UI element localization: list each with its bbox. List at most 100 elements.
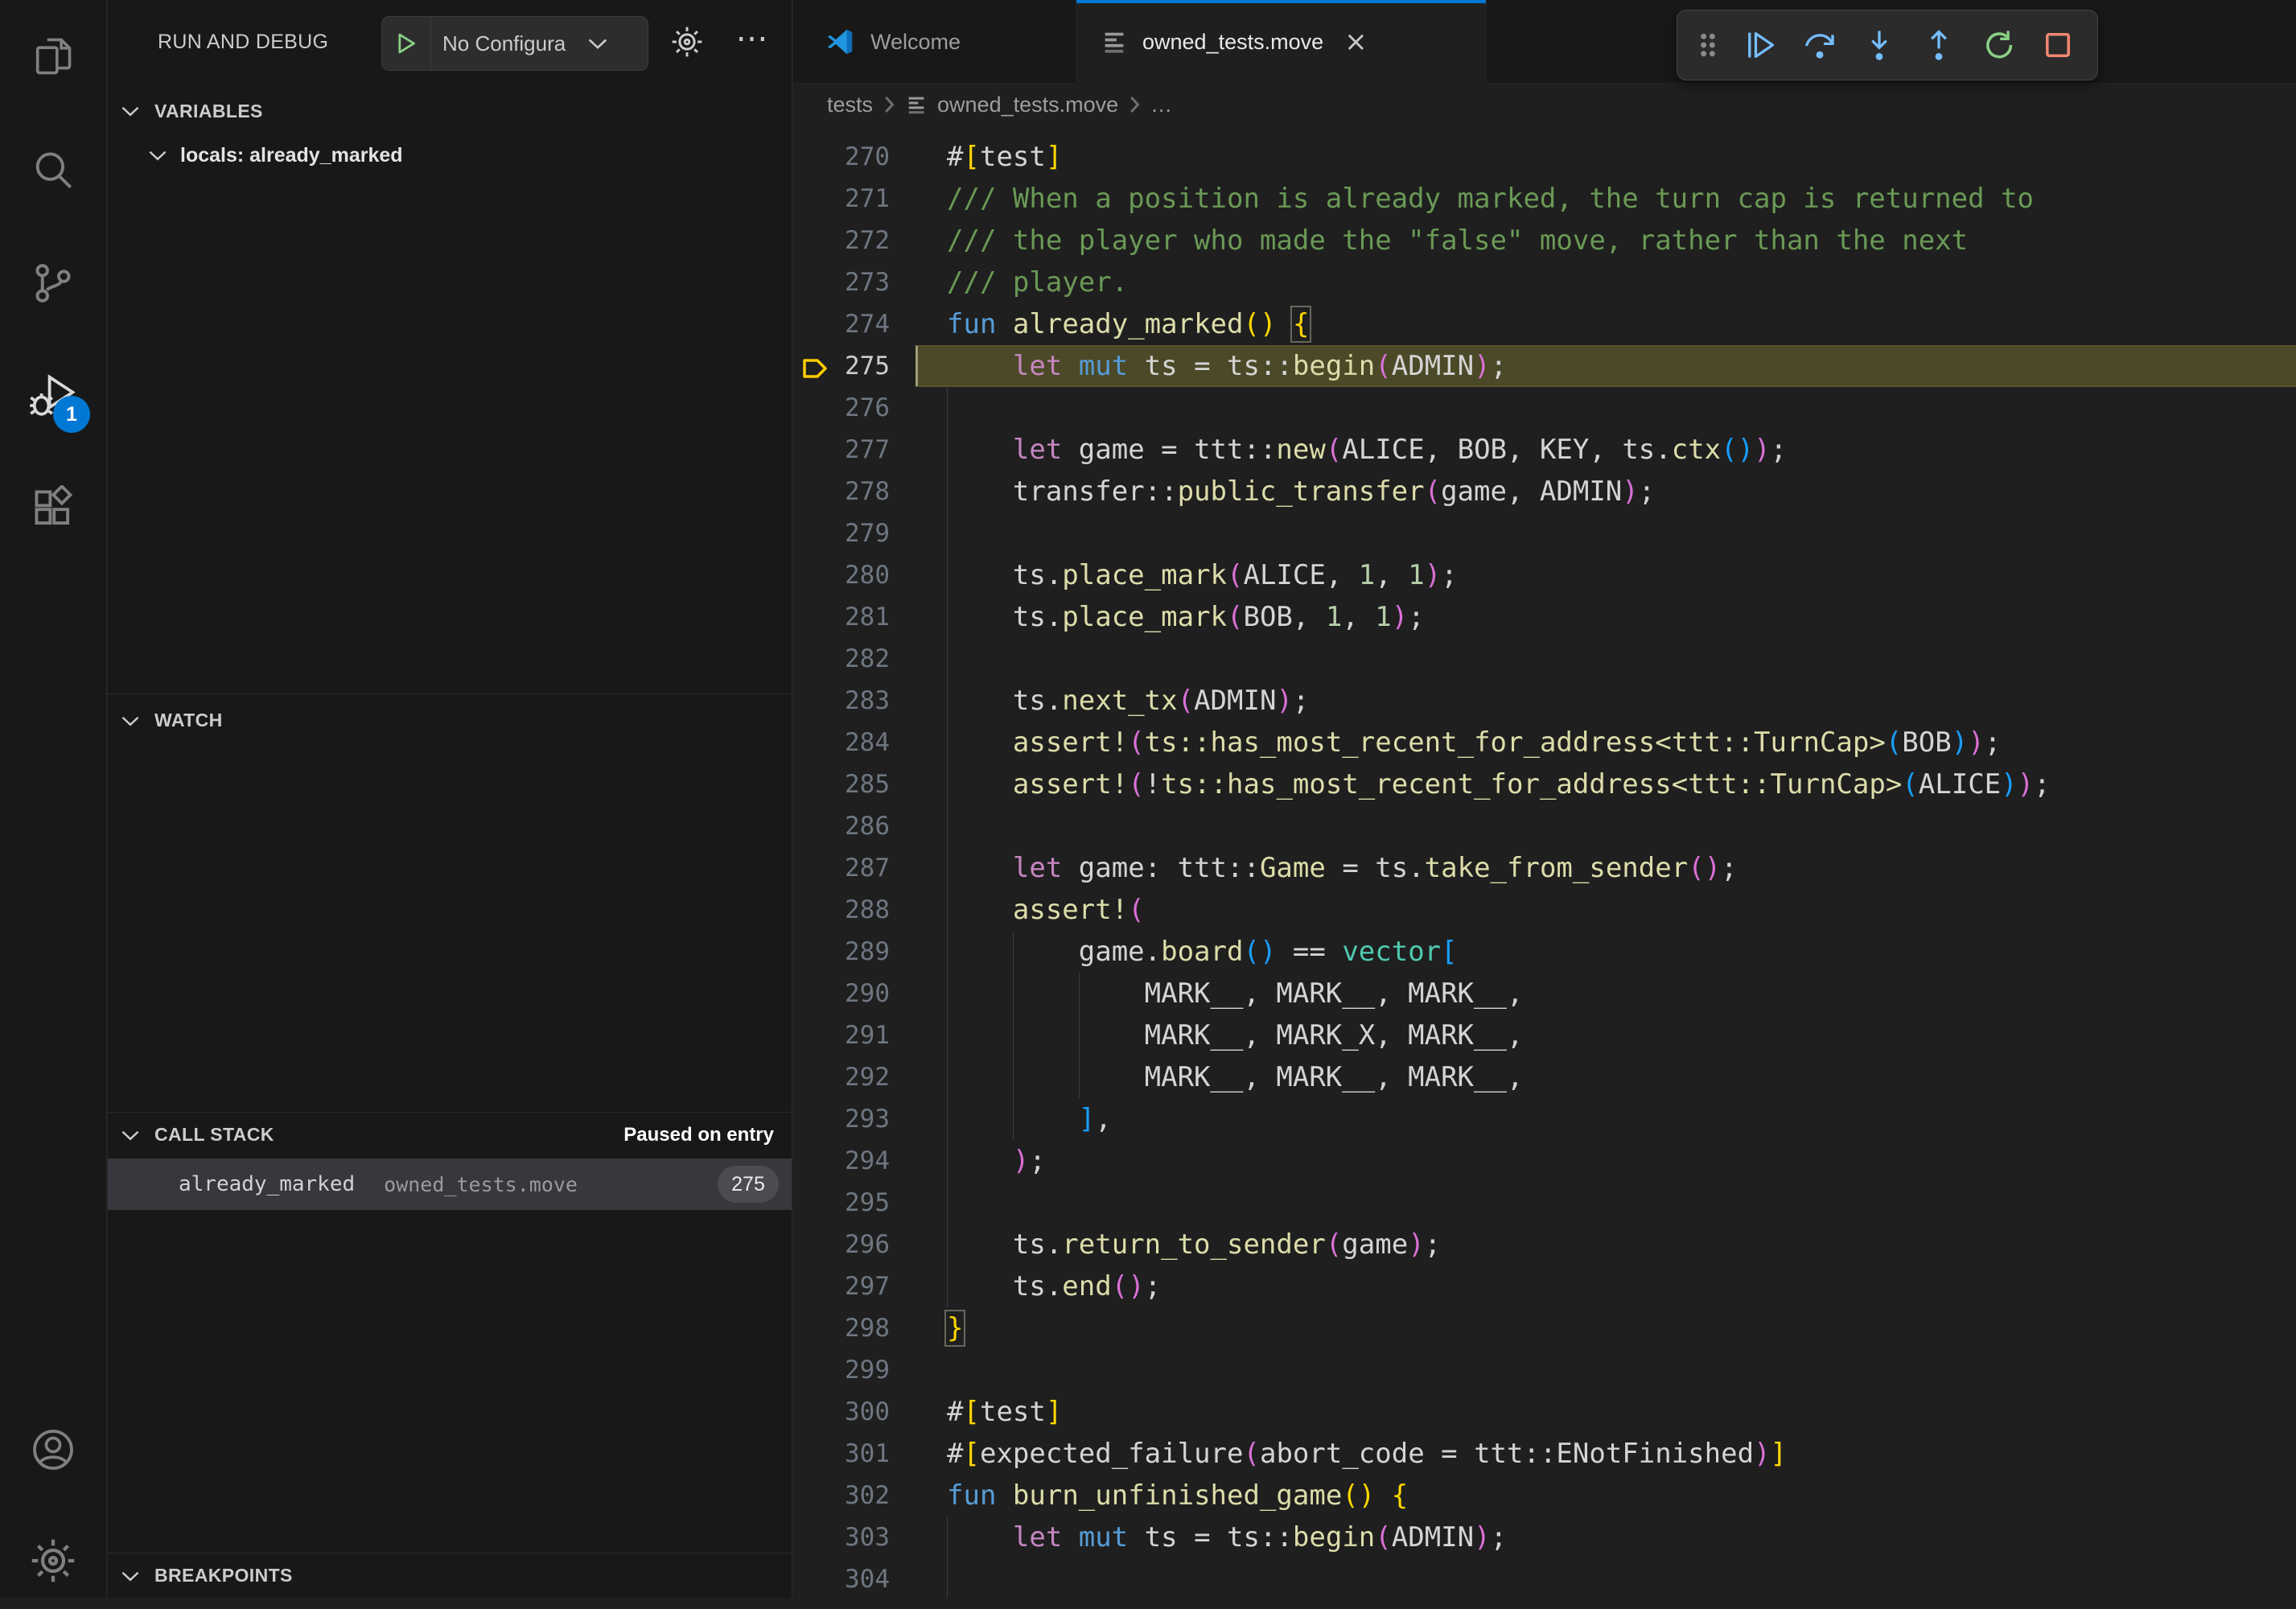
code-line[interactable]: 294 ); <box>793 1140 2296 1182</box>
code-line[interactable]: 288 assert!( <box>793 889 2296 931</box>
code-line[interactable]: 274fun already_marked() { <box>793 303 2296 345</box>
section-variables[interactable]: VARIABLES <box>108 88 792 134</box>
breadcrumb-file[interactable]: owned_tests.move <box>937 93 1118 117</box>
code-line[interactable]: 297 ts.end(); <box>793 1265 2296 1307</box>
line-number[interactable]: 295 <box>793 1182 890 1224</box>
search-icon[interactable] <box>0 122 106 219</box>
line-number[interactable]: 279 <box>793 512 890 554</box>
line-number[interactable]: 301 <box>793 1433 890 1475</box>
section-breakpoints[interactable]: BREAKPOINTS <box>108 1553 792 1598</box>
section-call-stack[interactable]: CALL STACK Paused on entry <box>108 1112 792 1157</box>
code-line[interactable]: 303 let mut ts = ts::begin(ADMIN); <box>793 1516 2296 1558</box>
start-debug-icon[interactable] <box>382 31 430 56</box>
code-line[interactable]: 272/// the player who made the "false" m… <box>793 220 2296 261</box>
breadcrumb-symbol[interactable]: … <box>1150 93 1172 117</box>
code-line[interactable]: 300#[test] <box>793 1391 2296 1433</box>
breadcrumb-folder[interactable]: tests <box>827 93 873 117</box>
code-line[interactable]: 273/// player. <box>793 261 2296 303</box>
code-line[interactable]: 295 <box>793 1182 2296 1224</box>
step-over-icon[interactable] <box>1790 15 1850 75</box>
code-line[interactable]: 271/// When a position is already marked… <box>793 178 2296 220</box>
code-line[interactable]: 296 ts.return_to_sender(game); <box>793 1224 2296 1265</box>
line-number[interactable]: 294 <box>793 1140 890 1182</box>
code-line[interactable]: 299 <box>793 1349 2296 1391</box>
explorer-icon[interactable] <box>0 8 106 105</box>
line-number[interactable]: 282 <box>793 638 890 680</box>
line-number[interactable]: 293 <box>793 1098 890 1140</box>
line-number[interactable]: 296 <box>793 1224 890 1265</box>
source-control-icon[interactable] <box>0 235 106 331</box>
line-number[interactable]: 290 <box>793 973 890 1014</box>
code-line[interactable]: 286 <box>793 805 2296 847</box>
code-line[interactable]: 280 ts.place_mark(ALICE, 1, 1); <box>793 554 2296 596</box>
code-line[interactable]: 290 MARK__, MARK__, MARK__, <box>793 973 2296 1014</box>
code-line[interactable]: 284 assert!(ts::has_most_recent_for_addr… <box>793 722 2296 763</box>
settings-gear-icon[interactable] <box>0 1512 106 1609</box>
line-number[interactable]: 289 <box>793 931 890 973</box>
debug-settings-gear-icon[interactable] <box>663 18 711 66</box>
variables-scope-row[interactable]: locals: already_marked <box>108 134 792 177</box>
line-number[interactable]: 285 <box>793 763 890 805</box>
chevron-down-icon[interactable] <box>587 36 608 51</box>
code-line[interactable]: 275 let mut ts = ts::begin(ADMIN); <box>793 345 2296 387</box>
stack-frame-row[interactable]: already_marked owned_tests.move 275 <box>108 1158 792 1210</box>
code-line[interactable]: 276 <box>793 387 2296 429</box>
step-into-icon[interactable] <box>1850 15 1909 75</box>
line-number[interactable]: 304 <box>793 1558 890 1598</box>
account-icon[interactable] <box>0 1401 106 1498</box>
line-number[interactable]: 276 <box>793 387 890 429</box>
line-number[interactable]: 273 <box>793 261 890 303</box>
line-number[interactable]: 299 <box>793 1349 890 1391</box>
line-number[interactable]: 303 <box>793 1516 890 1558</box>
line-number[interactable]: 286 <box>793 805 890 847</box>
code-line[interactable]: 285 assert!(!ts::has_most_recent_for_add… <box>793 763 2296 805</box>
line-number[interactable]: 281 <box>793 596 890 638</box>
line-number[interactable]: 271 <box>793 178 890 220</box>
tab-welcome[interactable]: Welcome <box>793 0 1076 84</box>
line-number[interactable]: 284 <box>793 722 890 763</box>
line-number[interactable]: 277 <box>793 429 890 471</box>
section-watch[interactable]: WATCH <box>108 693 792 747</box>
step-out-icon[interactable] <box>1909 15 1969 75</box>
code-line[interactable]: 301#[expected_failure(abort_code = ttt::… <box>793 1433 2296 1475</box>
line-number[interactable]: 288 <box>793 889 890 931</box>
code-line[interactable]: 282 <box>793 638 2296 680</box>
code-line[interactable]: 279 <box>793 512 2296 554</box>
line-number[interactable]: 287 <box>793 847 890 889</box>
code-line[interactable]: 292 MARK__, MARK__, MARK__, <box>793 1056 2296 1098</box>
line-number[interactable]: 278 <box>793 471 890 512</box>
code-line[interactable]: 287 let game: ttt::Game = ts.take_from_s… <box>793 847 2296 889</box>
code-line[interactable]: 278 transfer::public_transfer(game, ADMI… <box>793 471 2296 512</box>
code-line[interactable]: 283 ts.next_tx(ADMIN); <box>793 680 2296 722</box>
continue-icon[interactable] <box>1730 15 1790 75</box>
line-number[interactable]: 298 <box>793 1307 890 1349</box>
close-icon[interactable]: × <box>1344 28 1368 56</box>
code-line[interactable]: 277 let game = ttt::new(ALICE, BOB, KEY,… <box>793 429 2296 471</box>
line-number[interactable]: 275 <box>793 345 890 387</box>
line-number[interactable]: 283 <box>793 680 890 722</box>
stop-icon[interactable] <box>2028 15 2088 75</box>
line-number[interactable]: 280 <box>793 554 890 596</box>
start-debug-dropdown[interactable]: No Configura <box>381 16 648 71</box>
line-number[interactable]: 297 <box>793 1265 890 1307</box>
line-number[interactable]: 270 <box>793 136 890 178</box>
line-number[interactable]: 300 <box>793 1391 890 1433</box>
code-line[interactable]: 270#[test] <box>793 136 2296 178</box>
more-actions-icon[interactable]: ⋯ <box>727 14 779 63</box>
line-number[interactable]: 291 <box>793 1014 890 1056</box>
code-line[interactable]: 293 ], <box>793 1098 2296 1140</box>
extensions-icon[interactable] <box>0 460 106 557</box>
line-number[interactable]: 292 <box>793 1056 890 1098</box>
restart-icon[interactable] <box>1969 15 2028 75</box>
run-and-debug-icon[interactable] <box>0 348 106 444</box>
tab-owned-tests[interactable]: owned_tests.move × <box>1076 0 1487 84</box>
line-number[interactable]: 302 <box>793 1475 890 1516</box>
toolbar-drag-handle-icon[interactable] <box>1685 29 1730 61</box>
code-line[interactable]: 281 ts.place_mark(BOB, 1, 1); <box>793 596 2296 638</box>
code-editor[interactable]: 270#[test]271/// When a position is alre… <box>793 126 2296 1598</box>
code-line[interactable]: 298} <box>793 1307 2296 1349</box>
line-number[interactable]: 274 <box>793 303 890 345</box>
code-line[interactable]: 304 <box>793 1558 2296 1598</box>
line-number[interactable]: 272 <box>793 220 890 261</box>
code-line[interactable]: 291 MARK__, MARK_X, MARK__, <box>793 1014 2296 1056</box>
